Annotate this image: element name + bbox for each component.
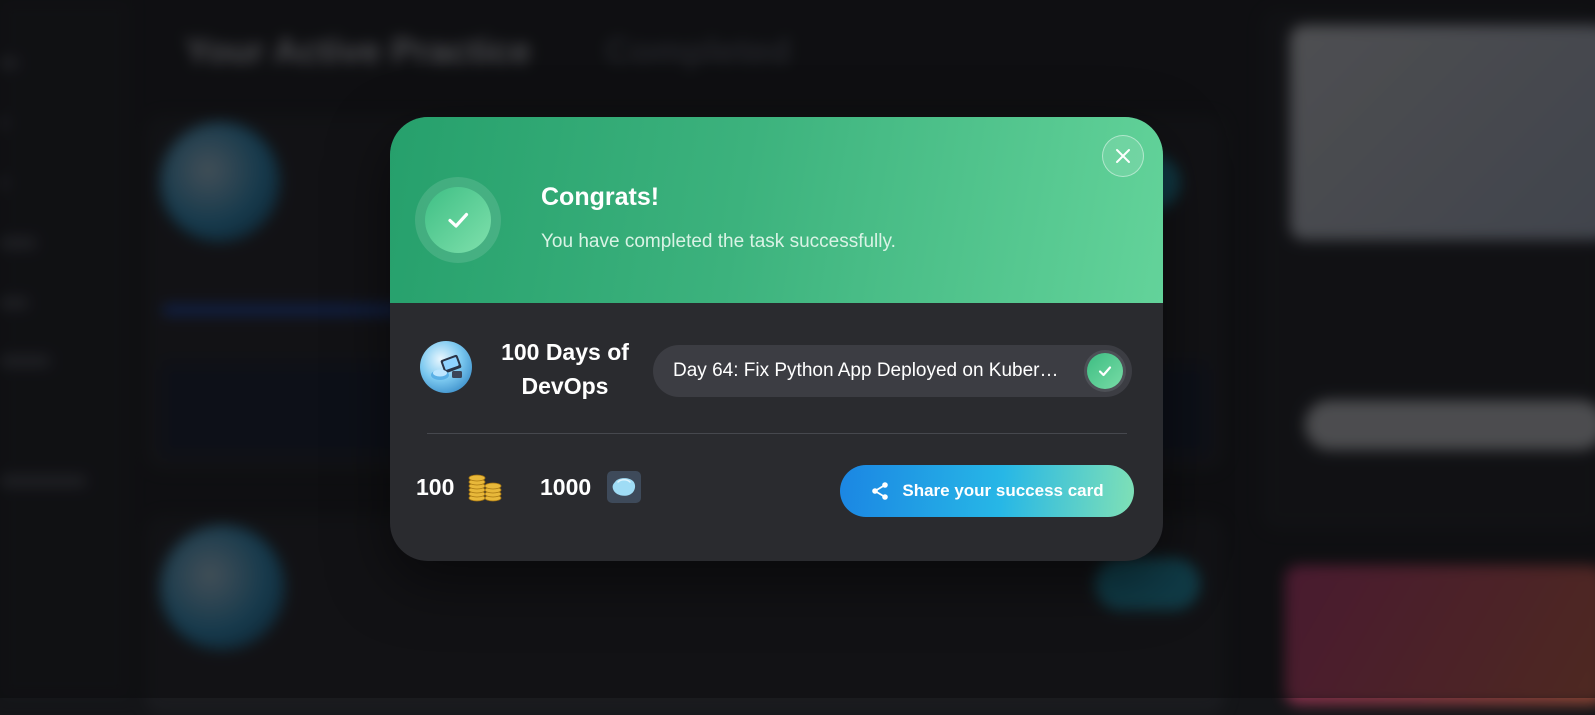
divider [427,433,1127,434]
share-success-card-button[interactable]: Share your success card [840,465,1134,517]
gem-icon [607,471,641,503]
close-icon [1115,148,1131,164]
success-check-badge [415,177,501,263]
task-status [1084,350,1126,392]
gems-reward-value: 1000 [540,474,591,501]
coins-reward-value: 100 [416,474,454,501]
modal-subtitle: You have completed the task successfully… [541,231,896,253]
completed-task-pill: Day 64: Fix Python App Deployed on Kuber… [653,345,1132,397]
modal-title: Congrats! [541,183,659,212]
share-button-label: Share your success card [902,481,1103,501]
course-badge-icon [420,341,472,393]
check-icon [1096,362,1114,380]
task-title: Day 64: Fix Python App Deployed on Kuber… [673,360,1068,382]
modal-header: Congrats! You have completed the task su… [390,117,1163,303]
coin-stack-icon [467,471,503,503]
success-modal: Congrats! You have completed the task su… [390,117,1163,561]
check-icon [443,205,473,235]
course-name: 100 Days of DevOps [490,335,640,403]
close-button[interactable] [1102,135,1144,177]
share-icon [870,481,890,501]
